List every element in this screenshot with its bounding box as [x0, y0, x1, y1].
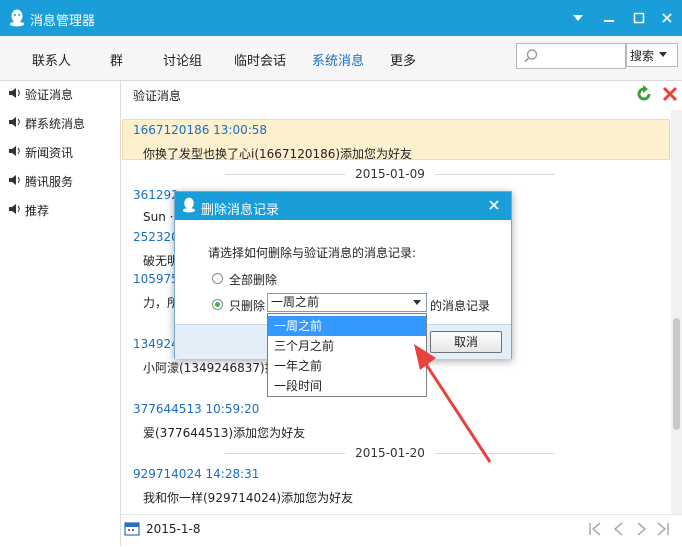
- page-title: 验证消息: [133, 89, 182, 103]
- speaker-icon: [8, 116, 22, 131]
- minimize-icon[interactable]: [599, 8, 619, 28]
- message-header: 929714024 14:28:31: [133, 467, 260, 481]
- date-separator: 2015-01-09: [225, 167, 555, 181]
- dialog-title-bar: 删除消息记录: [175, 192, 511, 220]
- sidebar-item-verification[interactable]: 验证消息: [8, 86, 73, 103]
- date-separator-text: 2015-01-20: [355, 446, 425, 460]
- scrollbar[interactable]: [671, 110, 682, 514]
- prev-page-icon[interactable]: [611, 521, 627, 540]
- message-body: 小阿濛(1349246837)接: [143, 361, 277, 375]
- footer-date: 2015-1-8: [146, 522, 201, 536]
- tab-discussion-groups[interactable]: 讨论组: [163, 50, 202, 69]
- date-separator-text: 2015-01-09: [355, 167, 425, 181]
- sidebar-item-news[interactable]: 新闻资讯: [8, 144, 73, 161]
- message-header: 134924: [133, 337, 179, 351]
- menu-dropdown-icon[interactable]: [568, 8, 588, 28]
- tab-groups[interactable]: 群: [110, 50, 123, 69]
- message-header: 1667120186 13:00:58: [133, 123, 268, 137]
- scrollbar-thumb[interactable]: [673, 318, 680, 430]
- calendar-icon[interactable]: [124, 520, 140, 539]
- search-button-label: 搜索: [630, 48, 655, 63]
- title-bar: 消息管理器: [0, 0, 682, 36]
- qq-logo-icon: [9, 9, 25, 30]
- dialog-prompt: 请选择如何删除与验证消息的消息记录:: [208, 246, 417, 260]
- search-input[interactable]: [516, 43, 626, 69]
- first-page-icon[interactable]: [587, 521, 603, 540]
- window-title: 消息管理器: [30, 14, 96, 29]
- radio-delete-all-label[interactable]: 全部删除: [229, 271, 277, 288]
- message-body: 爱(377644513)添加您为好友: [143, 426, 306, 440]
- message-body: 我和你一样(929714024)添加您为好友: [143, 491, 354, 505]
- radio-delete-only[interactable]: [212, 299, 223, 310]
- message-header: 377644513 10:59:20: [133, 402, 260, 416]
- search-icon: [523, 48, 539, 67]
- speaker-icon: [8, 174, 22, 189]
- tab-system-messages[interactable]: 系统消息: [312, 50, 364, 69]
- annotation-arrow-icon: [414, 344, 492, 463]
- maximize-icon[interactable]: [629, 8, 649, 28]
- tab-more[interactable]: 更多: [390, 50, 416, 69]
- delete-icon[interactable]: [661, 85, 679, 106]
- sidebar-item-label: 验证消息: [25, 88, 74, 102]
- sidebar-item-group-system[interactable]: 群系统消息: [8, 115, 85, 132]
- date-separator: 2015-01-20: [225, 446, 555, 460]
- refresh-icon[interactable]: [635, 85, 653, 106]
- sidebar-item-label: 腾讯服务: [25, 175, 74, 189]
- message-body: 你换了发型也换了心i(1667120186)添加您为好友: [143, 147, 413, 161]
- dialog-title: 删除消息记录: [201, 203, 280, 218]
- main-header: 验证消息: [121, 81, 682, 109]
- dialog-close-icon[interactable]: [488, 199, 500, 214]
- time-range-select[interactable]: 一周之前: [267, 293, 427, 312]
- speaker-icon: [8, 145, 22, 160]
- message-header: 252320: [133, 230, 179, 244]
- sidebar-item-tencent-services[interactable]: 腾讯服务: [8, 173, 73, 190]
- message-header: 105975: [133, 272, 179, 286]
- sidebar-item-label: 群系统消息: [25, 117, 86, 131]
- tab-contacts[interactable]: 联系人: [32, 50, 71, 69]
- chevron-down-icon: [413, 300, 421, 305]
- qq-logo-icon: [182, 197, 196, 216]
- next-page-icon[interactable]: [633, 521, 649, 540]
- chevron-down-icon: [659, 52, 668, 57]
- footer-bar: 2015-1-8: [121, 514, 682, 547]
- search-button[interactable]: 搜索: [626, 43, 678, 67]
- radio-delete-all[interactable]: [212, 273, 223, 284]
- message-body: Sun ·: [143, 210, 174, 224]
- dialog-suffix-label: 的消息记录: [430, 299, 491, 313]
- speaker-icon: [8, 203, 22, 218]
- message-header: 361292: [133, 188, 179, 202]
- speaker-icon: [8, 87, 22, 102]
- sidebar-item-recommend[interactable]: 推荐: [8, 202, 49, 219]
- radio-delete-only-label[interactable]: 只删除: [229, 297, 265, 314]
- last-page-icon[interactable]: [655, 521, 671, 540]
- close-icon[interactable]: [657, 8, 677, 28]
- sidebar-item-label: 推荐: [25, 204, 50, 218]
- select-value: 一周之前: [271, 295, 320, 309]
- sidebar-item-label: 新闻资讯: [25, 146, 74, 160]
- tab-temp-sessions[interactable]: 临时会话: [234, 50, 286, 69]
